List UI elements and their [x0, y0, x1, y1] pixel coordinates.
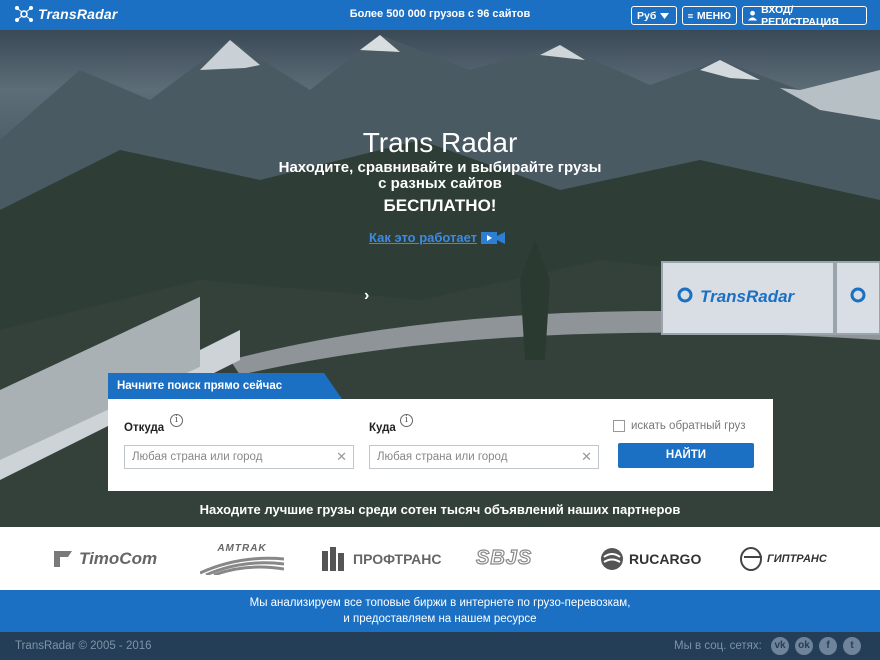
- to-label: Куда: [369, 422, 396, 434]
- tagline-sites: 96: [477, 8, 490, 20]
- how-it-works-label: Как это работает: [369, 230, 478, 245]
- to-info-icon[interactable]: i: [400, 414, 413, 427]
- clear-from-icon[interactable]: ✕: [336, 449, 347, 465]
- hamburger-icon: [688, 13, 693, 18]
- partner-logo-giptrans[interactable]: ГИПТРАНС: [740, 527, 827, 590]
- video-icon: [481, 231, 506, 244]
- caret-down-icon: [660, 12, 670, 19]
- partner-logo-proftrans[interactable]: ПРОФТРАНС: [322, 527, 442, 590]
- from-placeholder: Любая страна или город: [132, 451, 263, 463]
- from-info-icon[interactable]: i: [170, 414, 183, 427]
- partner-name: ПРОФТРАНС: [353, 550, 442, 567]
- to-field[interactable]: Любая страна или город ✕: [369, 445, 599, 469]
- from-label: Откуда: [124, 422, 165, 434]
- twitter-icon[interactable]: t: [843, 637, 861, 655]
- hero-subtitle-line1: Находите, сравнивайте и выбирайте грузы: [278, 159, 602, 176]
- menu-label: МЕНЮ: [696, 9, 731, 22]
- reverse-cargo-checkbox[interactable]: искать обратный груз: [613, 420, 746, 432]
- partner-name: SBJS: [475, 546, 533, 569]
- to-placeholder: Любая страна или город: [377, 451, 508, 463]
- partners-strip: TimoCom AMTRAK ПРОФТРАНС SBJS RUCARGO ГИ…: [0, 527, 880, 590]
- tagline-count: 500 000: [386, 8, 426, 20]
- footer: TransRadar © 2005 - 2016 Мы в соц. сетях…: [0, 632, 880, 660]
- info-line2: и предоставляем на нашем ресурсе: [343, 613, 537, 625]
- clear-to-icon[interactable]: ✕: [581, 449, 592, 465]
- login-label: ВХОД/РЕГИСТРАЦИЯ: [761, 3, 839, 28]
- find-button[interactable]: НАЙТИ: [618, 443, 754, 468]
- tagline-prefix: Более: [349, 8, 387, 20]
- info-line1: Мы анализируем все топовые биржи в интер…: [249, 597, 631, 609]
- partner-name: ГИПТРАНС: [767, 552, 827, 565]
- hero-free-label: БЕСПЛАТНО!: [383, 196, 497, 215]
- vk-icon[interactable]: vk: [771, 637, 789, 655]
- partner-name: TimoCom: [79, 548, 158, 568]
- search-panel-tab: Начните поиск прямо сейчас: [108, 373, 342, 399]
- partner-logo-sbjs[interactable]: SBJS: [475, 527, 533, 590]
- rucargo-globe-icon: [601, 547, 623, 570]
- partner-name: RUCARGO: [629, 550, 702, 567]
- partners-caption: Находите лучшие грузы среди сотен тысяч …: [199, 502, 681, 517]
- partner-logo-rucargo[interactable]: RUCARGO: [600, 527, 701, 590]
- tagline-suffix: сайтов: [489, 8, 531, 20]
- hero-subtitle: Находите, сравнивайте и выбирайте грузы …: [0, 160, 880, 192]
- timocom-mark-icon: [54, 550, 72, 567]
- giptrans-mark-icon: [740, 546, 762, 571]
- copyright: TransRadar © 2005 - 2016: [15, 640, 152, 652]
- amtrak-wave-icon: [200, 556, 284, 575]
- top-bar: TransRadar Более 500 000 грузов с 96 сай…: [0, 0, 880, 30]
- login-button[interactable]: ВХОД/РЕГИСТРАЦИЯ: [742, 3, 867, 28]
- search-panel: Откуда i Любая страна или город ✕ Куда i…: [108, 399, 773, 491]
- social-label: Мы в соц. сетях:: [674, 640, 762, 652]
- tagline-mid: грузов с: [426, 8, 478, 20]
- proftrans-mark-icon: [322, 546, 344, 571]
- currency-label: Руб: [637, 9, 657, 22]
- hero-title: Trans Radar: [362, 127, 518, 158]
- checkbox-box[interactable]: [613, 420, 625, 432]
- info-bar: Мы анализируем все топовые биржи в интер…: [0, 590, 880, 632]
- user-icon: [748, 10, 758, 21]
- from-field[interactable]: Любая страна или город ✕: [124, 445, 354, 469]
- currency-select[interactable]: Руб: [631, 6, 677, 25]
- menu-button[interactable]: МЕНЮ: [682, 6, 737, 25]
- chevron-right-icon[interactable]: ›: [364, 287, 369, 305]
- partner-logo-timocom[interactable]: TimoCom: [50, 527, 157, 590]
- facebook-icon[interactable]: f: [819, 637, 837, 655]
- partner-name: AMTRAK: [217, 542, 267, 554]
- hero-subtitle-line2: с разных сайтов: [378, 175, 502, 192]
- partner-logo-amtrak[interactable]: AMTRAK: [200, 527, 284, 590]
- odnoklassniki-icon[interactable]: ok: [795, 637, 813, 655]
- reverse-cargo-label: искать обратный груз: [631, 420, 746, 432]
- how-it-works-link[interactable]: Как это работает: [369, 230, 506, 245]
- truck-logo-text: TransRadar: [700, 287, 796, 306]
